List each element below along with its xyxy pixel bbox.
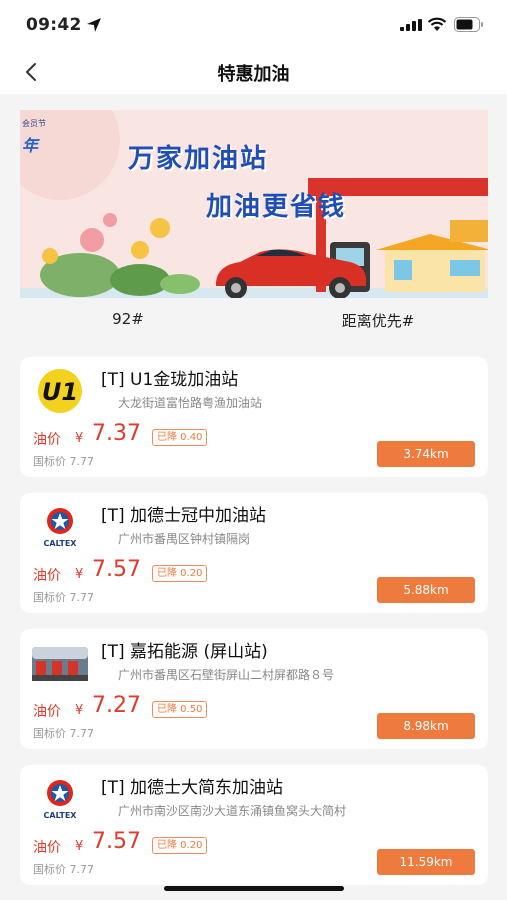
station-card[interactable]: [T] 嘉拓能源 (屏山站) 广州市番禺区石壁街屏山二村屏都路８号 油价 ¥ 7… <box>20 629 488 749</box>
station-card[interactable]: CALTEX [T] 加德士大简东加油站 广州市南沙区南沙大道东涌镇鱼窝头大简村… <box>20 765 488 885</box>
svg-text:CALTEX: CALTEX <box>44 539 78 548</box>
location-arrow-icon <box>87 18 101 32</box>
station-card[interactable]: U1 [T] U1金珑加油站 大龙街道富怡路粤渔加油站 油价 ¥ 7.37 已降… <box>20 357 488 477</box>
station-card[interactable]: CALTEX [T] 加德士冠中加油站 广州市番禺区钟村镇隔岗 油价 ¥ 7.5… <box>20 493 488 613</box>
station-price: 7.57 <box>92 557 141 582</box>
price-label: 油价 <box>33 432 61 448</box>
battery-icon <box>454 17 483 32</box>
discount-badge: 已降 0.20 <box>152 565 208 582</box>
currency-symbol: ¥ <box>75 839 84 854</box>
price-label: 油价 <box>33 840 61 856</box>
discount-badge: 已降 0.40 <box>152 429 208 446</box>
fuel-type-filter[interactable]: 92# <box>20 310 236 328</box>
station-price: 7.27 <box>92 693 141 718</box>
station-price: 7.57 <box>92 829 141 854</box>
currency-symbol: ¥ <box>75 431 84 446</box>
standard-price: 国标价 7.77 <box>33 863 94 876</box>
promo-banner[interactable]: 会员节 年 万家加油站 加油更省钱 <box>20 110 488 298</box>
banner-corner-text: 会员节 <box>22 119 46 128</box>
signal-icon <box>400 19 422 31</box>
nav-bar: 特惠加油 <box>0 50 507 94</box>
discount-badge: 已降 0.50 <box>152 701 208 718</box>
station-photo-icon <box>32 647 88 681</box>
distance-button[interactable]: 3.74km <box>377 441 475 467</box>
status-time: 09:42 <box>26 15 82 35</box>
distance-button[interactable]: 8.98km <box>377 713 475 739</box>
svg-text:U1: U1 <box>42 378 78 406</box>
caltex-logo-icon: CALTEX <box>44 508 78 548</box>
sort-filter[interactable]: 距离优先# <box>270 310 486 331</box>
station-name: [T] 嘉拓能源 (屏山站) <box>101 642 268 662</box>
distance-button[interactable]: 11.59km <box>377 849 475 875</box>
svg-text:CALTEX: CALTEX <box>44 811 78 820</box>
caltex-logo-icon: CALTEX <box>44 780 78 820</box>
station-price: 7.37 <box>92 421 141 446</box>
price-label: 油价 <box>33 568 61 584</box>
station-address: 广州市番禺区石壁街屏山二村屏都路８号 <box>118 668 335 682</box>
standard-price: 国标价 7.77 <box>33 727 94 740</box>
filter-row: 92# 距离优先# <box>0 298 507 344</box>
station-name: [T] 加德士大简东加油站 <box>101 778 284 798</box>
station-name: [T] U1金珑加油站 <box>101 370 239 390</box>
home-indicator[interactable] <box>164 886 344 891</box>
station-name: [T] 加德士冠中加油站 <box>101 506 267 526</box>
currency-symbol: ¥ <box>75 703 84 718</box>
station-address: 广州市南沙区南沙大道东涌镇鱼窝头大简村 <box>118 804 347 818</box>
distance-button[interactable]: 5.88km <box>377 577 475 603</box>
banner-corner-mark: 年 <box>22 136 39 155</box>
discount-badge: 已降 0.20 <box>152 837 208 854</box>
banner-subheadline: 加油更省钱 <box>206 192 347 222</box>
currency-symbol: ¥ <box>75 567 84 582</box>
status-bar: 09:42 <box>0 0 507 50</box>
wifi-icon <box>427 17 447 31</box>
standard-price: 国标价 7.77 <box>33 455 94 468</box>
station-address: 大龙街道富怡路粤渔加油站 <box>118 396 263 410</box>
page-title: 特惠加油 <box>217 64 290 85</box>
station-address: 广州市番禺区钟村镇隔岗 <box>118 532 251 546</box>
u1-logo-icon: U1 <box>38 369 82 413</box>
banner-headline: 万家加油站 <box>128 144 269 174</box>
standard-price: 国标价 7.77 <box>33 591 94 604</box>
price-label: 油价 <box>33 704 61 720</box>
